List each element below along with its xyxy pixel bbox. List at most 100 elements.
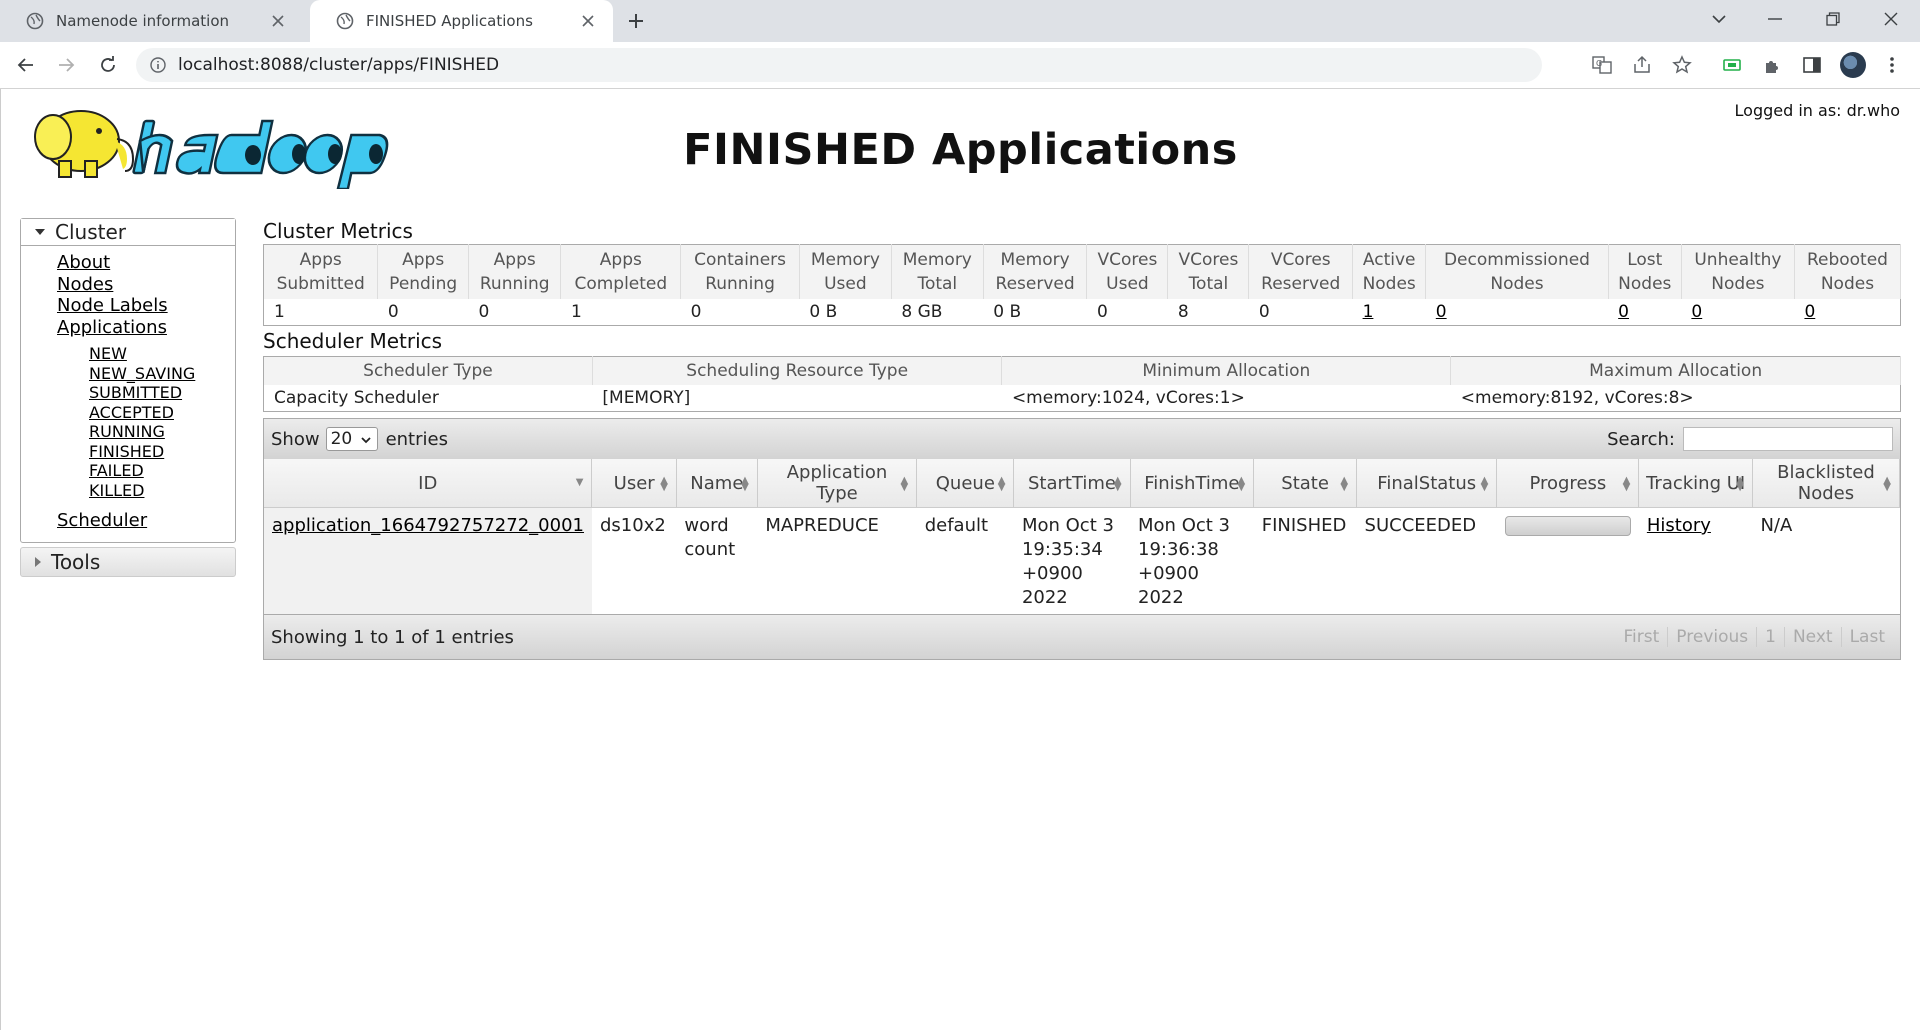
extensions-icon[interactable] (1760, 53, 1784, 77)
cluster-metric-link[interactable]: 0 (1691, 302, 1702, 322)
nav-state-submitted[interactable]: SUBMITTED (89, 383, 235, 403)
translate-icon[interactable]: G (1590, 53, 1614, 77)
pagination: First Previous 1 Next Last (1616, 627, 1893, 647)
tab-namenode-information[interactable]: Namenode information (0, 0, 303, 42)
nav-scheduler[interactable]: Scheduler (57, 510, 235, 532)
close-window-button[interactable] (1868, 0, 1914, 38)
cluster-toggle[interactable]: Cluster (21, 219, 235, 246)
screen-cast-icon[interactable] (1720, 53, 1744, 77)
back-arrow-icon[interactable] (14, 53, 38, 77)
share-icon[interactable] (1630, 53, 1654, 77)
column-header[interactable]: User ▲ ▼ (591, 459, 677, 508)
datatable-controls: Show 20 entries Search: (264, 419, 1900, 459)
entries-select[interactable]: 20 (325, 427, 378, 451)
cluster-metrics-table: Apps Submitted Apps Pending Apps Running Apps C… (263, 244, 1902, 326)
cluster-metric-value: 1 (274, 302, 285, 322)
column-label: FinalStatus (1377, 472, 1477, 494)
cluster-metric-link[interactable]: 0 (1436, 302, 1447, 322)
pagination-first[interactable]: First (1616, 627, 1668, 647)
nav-state-new[interactable]: NEW (89, 344, 235, 364)
address-toolbar: localhost:8088/cluster/apps/FINISHED G (0, 42, 1920, 89)
column-header[interactable]: ID ▼ (264, 459, 593, 508)
cell-final-status: SUCCEEDED (1364, 515, 1477, 536)
nav-state-finished[interactable]: FINISHED (89, 442, 235, 462)
nav-nodes[interactable]: Nodes (57, 274, 235, 296)
globe-icon (336, 12, 354, 30)
cell-type: MAPREDUCE (765, 515, 879, 536)
column-header[interactable]: Application Type ▲ ▼ (757, 459, 918, 508)
cell-start-time: Mon Oct 3 19:35:34 +0900 2022 (1021, 515, 1114, 608)
column-header[interactable]: FinishTime ▲ ▼ (1130, 459, 1255, 508)
star-icon[interactable] (1670, 53, 1694, 77)
pagination-last[interactable]: Last (1840, 627, 1893, 647)
cluster-metric-link[interactable]: 1 (1363, 302, 1374, 322)
nav-state-running[interactable]: RUNNING (89, 422, 235, 442)
nav-state-failed[interactable]: FAILED (89, 461, 235, 481)
address-bar[interactable]: localhost:8088/cluster/apps/FINISHED (136, 48, 1542, 82)
scheduler-metrics-table: Scheduler Type Scheduling Resource Type Mi… (263, 356, 1901, 412)
close-icon[interactable] (577, 10, 599, 32)
cluster-label: Cluster (55, 220, 126, 244)
svg-text:G: G (1596, 59, 1602, 68)
search-input[interactable] (1683, 427, 1893, 451)
close-icon[interactable] (267, 10, 289, 32)
history-link[interactable]: History (1647, 515, 1711, 536)
minimize-button[interactable] (1752, 0, 1798, 38)
applications-datatable: Show 20 entries Search: ID ▼ User ▲ ▼ Name ▲ … (263, 418, 1901, 660)
column-header[interactable]: Queue ▲ ▼ (916, 459, 1015, 508)
application-id-link[interactable]: application_1664792757272_0001 (272, 515, 584, 536)
cluster-metric-header: Apps Completed (560, 244, 682, 299)
restore-button[interactable] (1810, 0, 1856, 38)
cluster-metric-header: VCores Used (1086, 244, 1169, 299)
forward-arrow-icon[interactable] (54, 53, 78, 77)
cluster-metric-value: 0 (1681, 299, 1794, 326)
profile-avatar[interactable] (1840, 52, 1866, 78)
table-info: Showing 1 to 1 of 1 entries (271, 626, 514, 648)
new-tab-button[interactable] (624, 9, 648, 33)
nav-state-new-saving[interactable]: NEW_SAVING (89, 364, 235, 384)
column-header[interactable]: State ▲ ▼ (1253, 459, 1358, 508)
info-icon[interactable] (150, 57, 166, 73)
column-header[interactable]: Progress ▲ ▼ (1496, 459, 1640, 508)
sort-icon: ▲ ▼ (660, 475, 668, 493)
nav-state-killed[interactable]: KILLED (89, 481, 235, 501)
tab-finished-applications[interactable]: FINISHED Applications (310, 0, 613, 42)
app-state-list: NEW NEW_SAVING SUBMITTED ACCEPTED RUNNIN… (57, 344, 235, 500)
scheduler-metric-header: Minimum Allocation (1001, 356, 1452, 385)
column-header[interactable]: Name ▲ ▼ (676, 459, 758, 508)
tab-title: FINISHED Applications (366, 12, 533, 30)
column-header[interactable]: StartTime ▲ ▼ (1013, 459, 1131, 508)
entries-select-value: 20 (330, 429, 353, 449)
sort-icon: ▲ ▼ (1340, 475, 1349, 493)
cluster-metric-header: Unhealthy Nodes (1681, 244, 1795, 299)
cluster-metric-value: 1 (570, 302, 582, 322)
pagination-previous[interactable]: Previous (1667, 627, 1756, 647)
nav-applications[interactable]: Applications (57, 317, 235, 339)
pagination-next[interactable]: Next (1783, 627, 1841, 647)
cluster-metric-header: Apps Submitted (263, 244, 379, 299)
cluster-metric-link[interactable]: 0 (1618, 302, 1629, 322)
sort-icon: ▲ ▼ (1883, 475, 1891, 493)
table-row: application_1664792757272_0001 ds10x2 word… (264, 507, 1900, 614)
column-header[interactable]: FinalStatus ▲ ▼ (1356, 459, 1498, 508)
nav-state-accepted[interactable]: ACCEPTED (89, 403, 235, 423)
column-header[interactable]: Tracking UI ▲ ▼ (1638, 459, 1753, 508)
page-title: FINISHED Applications (683, 125, 1238, 175)
pagination-1[interactable]: 1 (1756, 627, 1784, 647)
cluster-metric-value: 0 (1608, 299, 1681, 326)
scheduler-metric-value: <memory:1024, vCores:1> (1011, 388, 1245, 408)
column-label: Name (690, 472, 744, 494)
reload-icon[interactable] (96, 53, 120, 77)
nav-node-labels[interactable]: Node Labels (57, 295, 235, 317)
logged-in-user: Logged in as: dr.who (1734, 101, 1900, 120)
side-panel-icon[interactable] (1800, 53, 1824, 77)
column-header[interactable]: Blacklisted Nodes ▲ ▼ (1752, 459, 1901, 508)
tools-toggle[interactable]: Tools (20, 546, 236, 577)
tab-search-icon[interactable] (1696, 0, 1742, 38)
more-menu-icon[interactable] (1880, 53, 1904, 77)
cluster-metric-header: VCores Total (1167, 244, 1250, 299)
nav-about[interactable]: About (57, 252, 235, 274)
cluster-metric-value: 0 (1794, 299, 1900, 326)
cluster-metric-link[interactable]: 0 (1804, 302, 1815, 322)
cluster-metric-header: VCores Reserved (1248, 244, 1354, 299)
